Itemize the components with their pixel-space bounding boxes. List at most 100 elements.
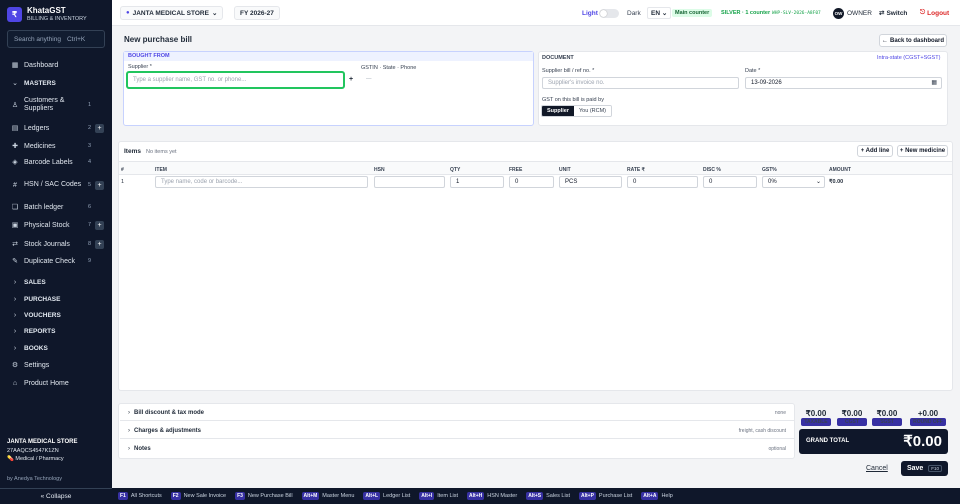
sidebar-item-purchase[interactable]: › PURCHASE <box>0 293 112 305</box>
store-selector[interactable]: ● JANTA MEDICAL STORE ⌄ <box>120 6 224 20</box>
shortcut-item[interactable]: Alt+I Item List <box>419 492 458 500</box>
add-icon[interactable]: + <box>95 220 104 230</box>
chevron-right-icon: › <box>128 409 130 416</box>
sidebar-item-ledgers[interactable]: ▤ Ledgers 2 + <box>0 122 112 134</box>
shortcut-item[interactable]: Alt+H HSN Master <box>467 492 517 500</box>
notes-section[interactable]: › Notes optional <box>120 441 794 457</box>
sidebar-item-label: Dashboard <box>24 61 59 69</box>
chevron-right-icon: › <box>13 344 17 352</box>
store-type: 💊 Medical / Pharmacy <box>7 456 64 462</box>
unit-input[interactable]: PCS <box>559 176 622 188</box>
logout-button[interactable]: ⎋ Logout <box>920 0 949 26</box>
supplier-input[interactable]: Type a supplier name, GST no. or phone..… <box>126 71 345 89</box>
back-to-dashboard-button[interactable]: ← Back to dashboard <box>879 34 947 47</box>
sidebar-item-books[interactable]: › BOOKS <box>0 342 112 354</box>
sidebar-item-dashboard[interactable]: ▦ Dashboard <box>0 59 112 71</box>
add-icon[interactable]: + <box>95 180 104 190</box>
sidebar-item-stock-journals[interactable]: ⇄ Stock Journals 8 + <box>0 238 112 250</box>
grand-total-value: ₹0.00 <box>903 433 942 450</box>
row-amount: ₹0.00 <box>829 179 844 185</box>
items-header-row <box>119 161 952 175</box>
gst-select[interactable]: 0% ⌄ <box>762 176 825 188</box>
bill-discount-section[interactable]: › Bill discount & tax mode none <box>120 405 794 421</box>
ref-input[interactable]: Supplier's invoice no. <box>542 77 739 89</box>
shortcut-item[interactable]: Alt+M Master Menu <box>301 492 354 500</box>
sidebar-item-reports[interactable]: › REPORTS <box>0 325 112 337</box>
gear-icon: ⚙ <box>11 362 19 369</box>
theme-dark-label[interactable]: Dark <box>627 0 641 26</box>
free-input[interactable]: 0 <box>509 176 554 188</box>
chevron-right-icon: › <box>13 311 17 319</box>
sidebar-item-label: Product Home <box>24 379 69 387</box>
taxable-label: TAXABLE <box>801 418 831 426</box>
edit-icon: ✎ <box>12 258 18 265</box>
language-select[interactable]: EN ⌄ <box>647 0 672 26</box>
search-input[interactable]: Search anything Ctrl+K <box>7 30 105 48</box>
theme-toggle[interactable] <box>599 0 619 26</box>
sidebar-item-masters[interactable]: ⌄ MASTERS <box>0 77 112 89</box>
sidebar-item-vouchers[interactable]: › VOUCHERS <box>0 309 112 321</box>
shortcut-item[interactable]: Alt+A Help <box>641 492 673 500</box>
sidebar-item-customers-suppliers[interactable]: ♙ Customers & Suppliers 1 <box>0 96 112 114</box>
shortcut-item[interactable]: Alt+P Purchase List <box>578 492 633 500</box>
sidebar-item-label: PURCHASE <box>24 295 61 303</box>
date-label: Date * <box>745 68 761 74</box>
date-input[interactable]: 13-09-2026 ▦ <box>745 77 942 89</box>
counter-badge[interactable]: Main counter <box>672 0 713 26</box>
sidebar-item-batch-ledger[interactable]: ❏ Batch ledger 6 <box>0 201 112 213</box>
col-item-header: ITEM <box>155 167 167 173</box>
logout-label: Logout <box>927 9 950 17</box>
disc-input[interactable]: 0 <box>703 176 757 188</box>
shortcut-label: Purchase List <box>598 493 633 499</box>
add-supplier-button[interactable]: + <box>349 76 353 83</box>
save-button[interactable]: Save F10 <box>901 461 948 476</box>
sidebar-item-settings[interactable]: ⚙ Settings <box>0 359 112 371</box>
sidebar-item-barcode-labels[interactable]: ◈ Barcode Labels 4 <box>0 156 112 168</box>
theme-light-label[interactable]: Light <box>582 0 598 26</box>
fy-selector[interactable]: FY 2026-27 <box>234 6 280 20</box>
shortcut-item[interactable]: F1 All Shortcuts <box>118 492 162 500</box>
shortcut-label: HSN Master <box>487 493 518 499</box>
round-off-total: +0.00 ROUND OFF <box>910 409 946 426</box>
shortcut-item[interactable]: Alt+S Sales List <box>526 492 570 500</box>
shortcut-label: Ledger List <box>383 493 411 499</box>
rate-input[interactable]: 0 <box>627 176 698 188</box>
add-icon[interactable]: + <box>95 239 104 249</box>
collapse-button[interactable]: « Collapse <box>0 488 112 504</box>
sgst-label: SGST <box>872 418 902 426</box>
gst-paid-toggle: Supplier You (RCM) <box>541 105 613 117</box>
add-line-button[interactable]: + Add line <box>857 145 893 157</box>
cancel-button[interactable]: Cancel <box>866 461 888 476</box>
sidebar-item-label: VOUCHERS <box>24 311 61 319</box>
charges-section[interactable]: › Charges & adjustments freight, cash di… <box>120 423 794 439</box>
app-name: KhataGST <box>27 6 66 15</box>
sidebar-item-medicines[interactable]: ✚ Medicines 3 <box>0 140 112 152</box>
sidebar-item-product-home[interactable]: ⌂ Product Home <box>0 377 112 389</box>
shortcut-item[interactable]: F2 New Sale Invoice <box>170 492 227 500</box>
item-search-input[interactable]: Type name, code or barcode... <box>155 176 368 188</box>
theme-toggle-knob <box>600 9 607 17</box>
gst-by-supplier-option[interactable]: Supplier <box>542 106 575 116</box>
sidebar-item-duplicate-check[interactable]: ✎ Duplicate Check 9 <box>0 255 112 267</box>
shortcut-item[interactable]: F3 New Purchase Bill <box>235 492 293 500</box>
chevron-down-icon: ⌄ <box>211 10 218 17</box>
add-icon[interactable]: + <box>95 123 104 133</box>
sidebar-item-sales[interactable]: › SALES <box>0 276 112 288</box>
qty-input[interactable]: 1 <box>450 176 504 188</box>
sidebar-item-hsn-sac-codes[interactable]: # HSN / SAC Codes 5 + <box>0 176 112 194</box>
shortcut-label: New Sale Invoice <box>183 493 227 499</box>
new-medicine-button[interactable]: + New medicine <box>897 145 948 157</box>
brand[interactable]: ₹ KhataGST BILLING & INVENTORY <box>0 0 112 28</box>
sidebar-item-physical-stock[interactable]: ▣ Physical Stock 7 + <box>0 219 112 231</box>
grand-total-label: GRAND TOTAL <box>806 438 850 444</box>
bill-discount-label: Bill discount & tax mode <box>134 409 205 416</box>
hsn-input[interactable] <box>374 176 445 188</box>
cgst-total: ₹0.00 CGST <box>837 409 867 426</box>
shortcut-bar: F1 All Shortcuts F2 New Sale Invoice F3 New P… <box>112 488 960 504</box>
switch-button[interactable]: ⇄ Switch <box>879 0 907 26</box>
switch-icon: ⇄ <box>879 10 885 17</box>
shortcut-item[interactable]: Alt+L Ledger List <box>363 492 410 500</box>
sidebar-item-label: Stock Journals <box>24 240 70 248</box>
user-menu[interactable]: OW OWNER <box>833 0 872 26</box>
gst-rcm-option[interactable]: You (RCM) <box>574 106 612 116</box>
